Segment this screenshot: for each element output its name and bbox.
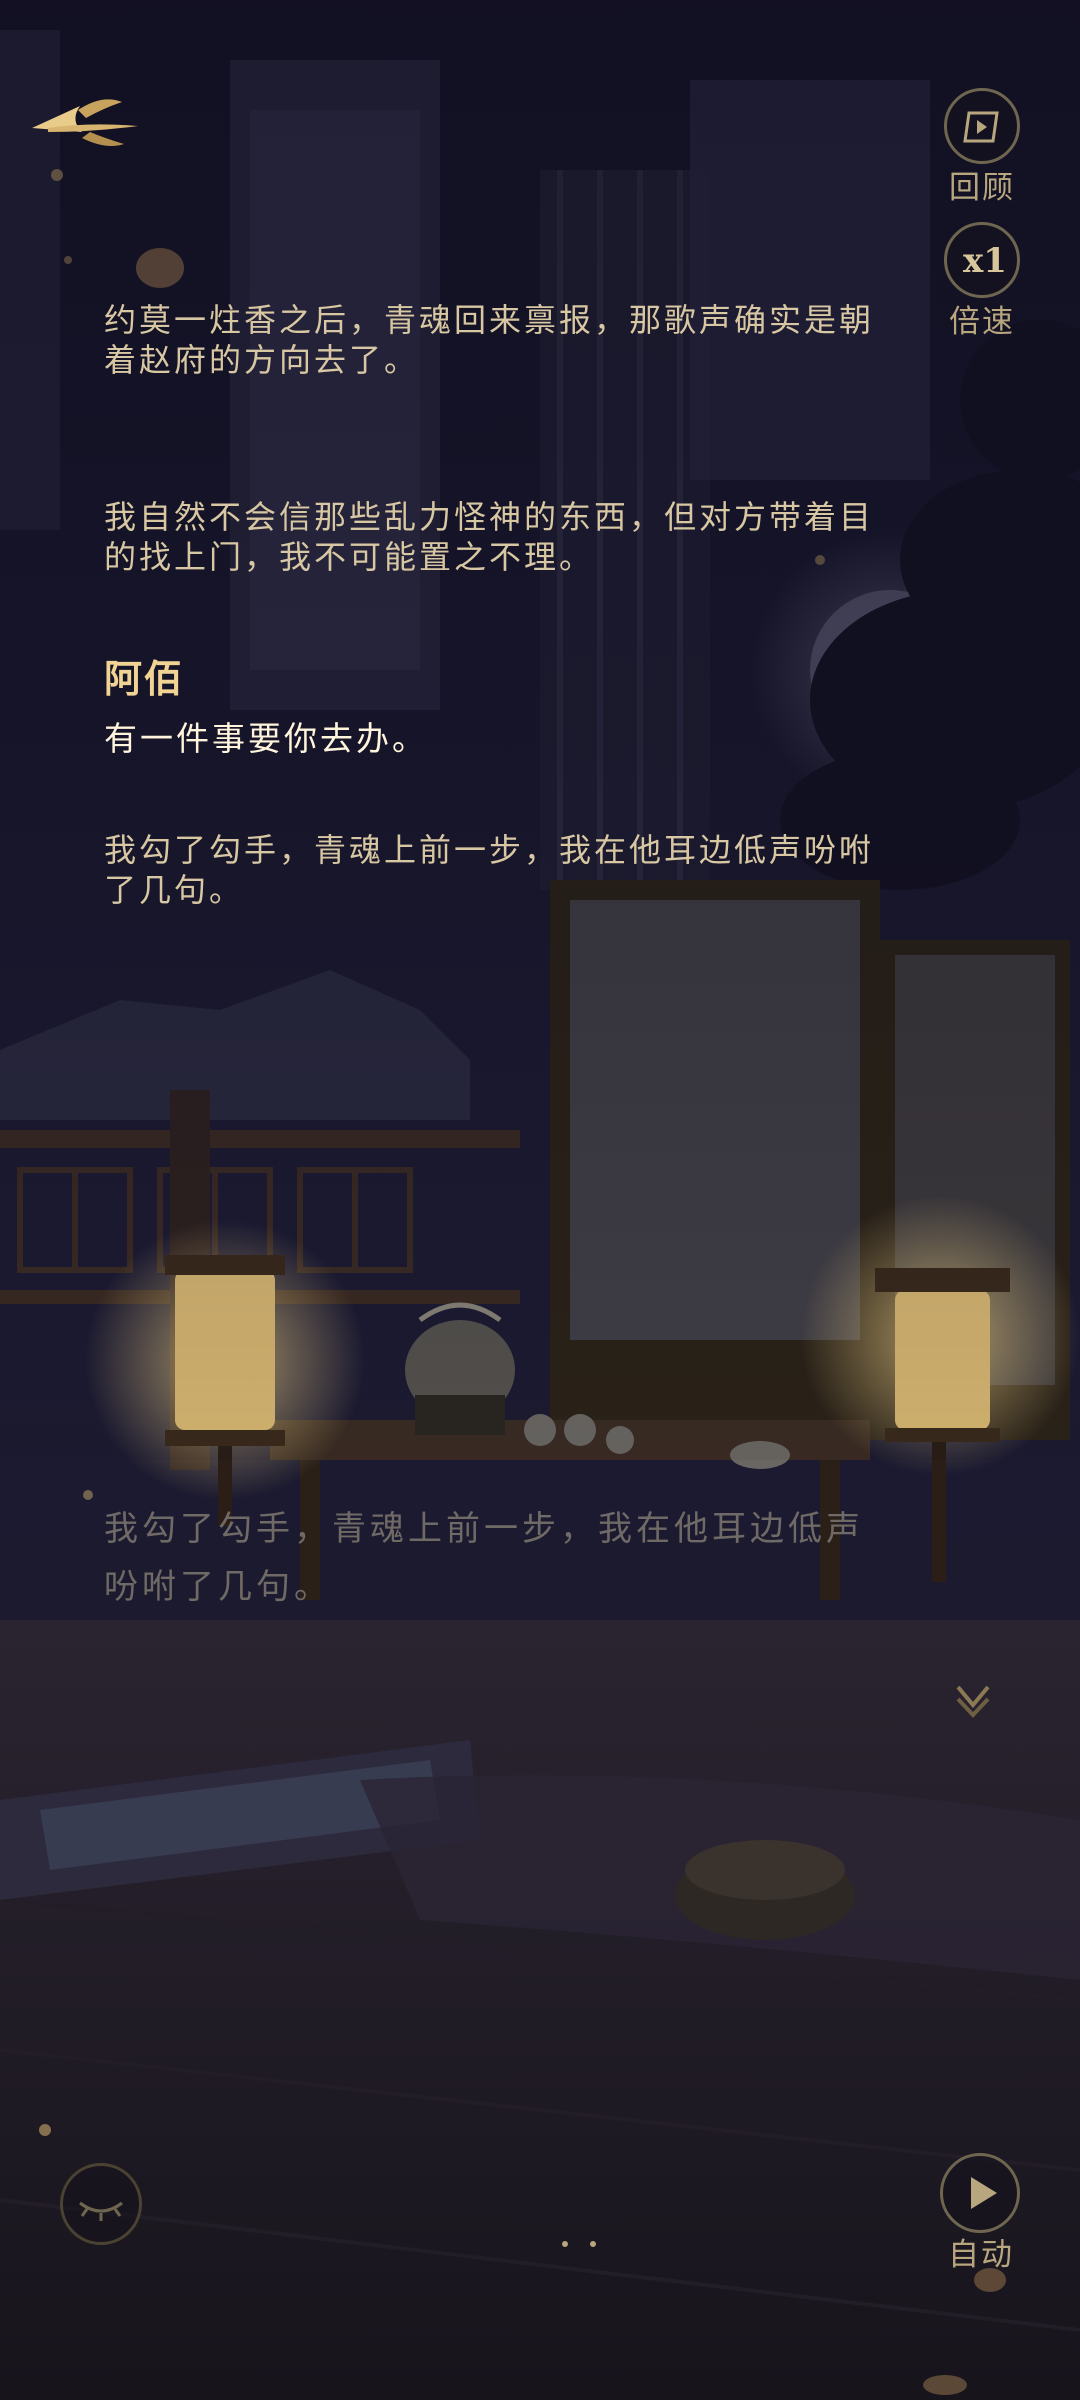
- log-line: 我自然不会信那些乱力怪神的东西，但对方带着目: [104, 498, 875, 536]
- speed-icon-ring: x1: [944, 222, 1020, 298]
- back-arrow-icon: [32, 99, 138, 146]
- auto-icon-ring: [940, 2153, 1020, 2233]
- current-line: 吩咐了几句。: [104, 1567, 332, 1607]
- speed-button[interactable]: x1 倍速: [932, 222, 1032, 342]
- log-entry-narration: 约莫一炷香之后，青魂回来禀报，那歌声确实是朝 着赵府的方向去了。: [104, 300, 924, 380]
- closed-eye-icon: [79, 2201, 123, 2221]
- log-line: 我勾了勾手，青魂上前一步，我在他耳边低声吩咐: [104, 831, 875, 869]
- log-entry-narration: 我自然不会信那些乱力怪神的东西，但对方带着目 的找上门，我不可能置之不理。: [104, 497, 924, 577]
- review-label: 回顾: [949, 170, 1015, 206]
- log-entry-narration: 我勾了勾手，青魂上前一步，我在他耳边低声吩咐 了几句。: [104, 830, 924, 910]
- speaker-name: 阿佰: [104, 656, 185, 701]
- current-dialogue-box[interactable]: 我勾了勾手，青魂上前一步，我在他耳边低声 吩咐了几句。: [104, 1500, 984, 1616]
- play-icon: [971, 2177, 997, 2209]
- back-button[interactable]: [20, 80, 140, 170]
- page-dot: [590, 2241, 596, 2247]
- log-line: 的找上门，我不可能置之不理。: [104, 538, 595, 576]
- continue-arrow-icon: [956, 1685, 990, 1718]
- auto-label: 自动: [948, 2237, 1014, 2273]
- review-icon: [963, 111, 999, 143]
- auto-play-button[interactable]: 自动: [926, 2153, 1036, 2283]
- review-icon-ring: [944, 88, 1020, 164]
- log-line: 着赵府的方向去了。: [104, 341, 420, 379]
- page-dot: [562, 2241, 568, 2247]
- review-button[interactable]: 回顾: [932, 88, 1032, 208]
- speed-value: x1: [963, 241, 1007, 281]
- speed-label: 倍速: [949, 304, 1015, 340]
- hide-ui-button[interactable]: [60, 2163, 142, 2245]
- eye-icon-ring: [60, 2163, 142, 2245]
- log-line: 约莫一炷香之后，青魂回来禀报，那歌声确实是朝: [104, 301, 875, 339]
- log-line: 了几句。: [104, 871, 245, 909]
- current-line: 我勾了勾手，青魂上前一步，我在他耳边低声: [104, 1509, 864, 1549]
- speech-line: 有一件事要你去办。: [104, 719, 428, 758]
